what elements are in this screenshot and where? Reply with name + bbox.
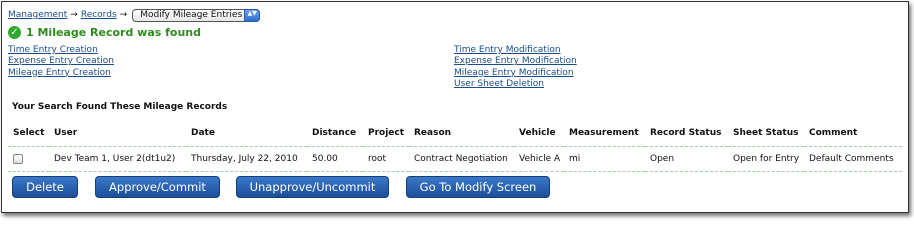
col-measurement: Measurement [564, 120, 645, 147]
col-user: User [49, 120, 186, 147]
breadcrumb: Management → Records → Modify Mileage En… [8, 8, 261, 22]
table-row: Dev Team 1, User 2(dt1u2) Thursday, July… [8, 146, 902, 172]
row-select-checkbox[interactable] [13, 153, 23, 164]
action-select[interactable]: Modify Mileage Entries ▲▼ [132, 8, 261, 22]
results-table: Select User Date Distance Project Reason… [8, 120, 902, 172]
cell-user: Dev Team 1, User 2(dt1u2) [49, 146, 186, 172]
row-select-cell [8, 146, 49, 172]
creation-links: Time Entry Creation Expense Entry Creati… [8, 45, 114, 79]
cell-reason: Contract Negotiation [409, 146, 514, 172]
approve-commit-button[interactable]: Approve/Commit [95, 176, 220, 198]
col-reason: Reason [409, 120, 514, 147]
link-mileage-entry-modification[interactable]: Mileage Entry Modification [454, 68, 577, 79]
cell-distance: 50.00 [307, 146, 363, 172]
link-expense-entry-modification[interactable]: Expense Entry Modification [454, 56, 577, 67]
breadcrumb-management-link[interactable]: Management [8, 10, 67, 20]
col-date: Date [186, 120, 307, 147]
col-sheet-status: Sheet Status [728, 120, 804, 147]
unapprove-uncommit-button[interactable]: Unapprove/Uncommit [236, 176, 389, 198]
breadcrumb-separator: → [119, 10, 128, 20]
link-time-entry-modification[interactable]: Time Entry Modification [454, 45, 577, 56]
cell-record-status: Open [645, 146, 728, 172]
main-panel: Management → Records → Modify Mileage En… [1, 1, 909, 213]
cell-sheet-status: Open for Entry [728, 146, 804, 172]
table-header-row: Select User Date Distance Project Reason… [8, 120, 902, 147]
cell-measurement: mi [564, 146, 645, 172]
go-to-modify-screen-button[interactable]: Go To Modify Screen [406, 176, 550, 198]
modification-links: Time Entry Modification Expense Entry Mo… [454, 45, 577, 90]
cell-date: Thursday, July 22, 2010 [186, 146, 307, 172]
col-comment: Comment [804, 120, 902, 147]
link-time-entry-creation[interactable]: Time Entry Creation [8, 45, 114, 56]
status-message: ✓ 1 Mileage Record was found [8, 26, 201, 39]
breadcrumb-records-link[interactable]: Records [81, 10, 117, 20]
col-record-status: Record Status [645, 120, 728, 147]
link-expense-entry-creation[interactable]: Expense Entry Creation [8, 56, 114, 67]
breadcrumb-separator: → [70, 10, 78, 20]
action-select-value: Modify Mileage Entries [140, 9, 243, 20]
link-user-sheet-deletion[interactable]: User Sheet Deletion [454, 79, 577, 90]
col-project: Project [363, 120, 409, 147]
cell-project: root [363, 146, 409, 172]
check-icon: ✓ [8, 26, 21, 39]
col-select: Select [8, 120, 49, 147]
cell-vehicle: Vehicle A [514, 146, 564, 172]
results-title: Your Search Found These Mileage Records [12, 102, 228, 112]
cell-comment: Default Comments [804, 146, 902, 172]
delete-button[interactable]: Delete [12, 176, 78, 198]
col-vehicle: Vehicle [514, 120, 564, 147]
col-distance: Distance [307, 120, 363, 147]
status-text: 1 Mileage Record was found [26, 26, 201, 39]
select-arrows-icon: ▲▼ [244, 8, 261, 22]
link-mileage-entry-creation[interactable]: Mileage Entry Creation [8, 68, 114, 79]
